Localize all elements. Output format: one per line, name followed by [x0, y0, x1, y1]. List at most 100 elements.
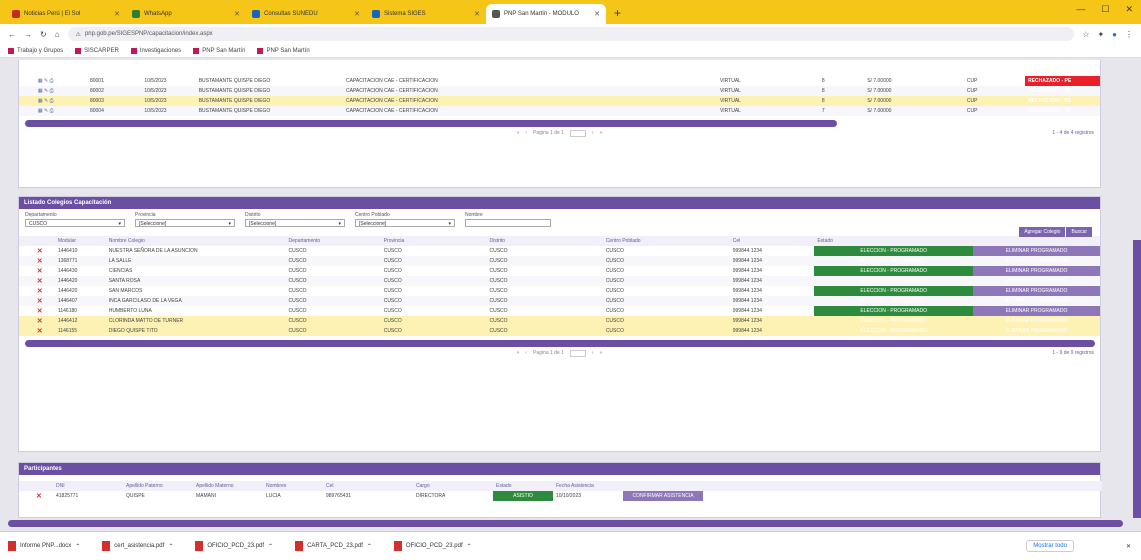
- column-header[interactable]: Apellido Paterno: [123, 481, 193, 491]
- column-header[interactable]: [19, 236, 34, 246]
- column-header[interactable]: [19, 481, 33, 491]
- add-school-button[interactable]: Agregar Colegio: [1019, 227, 1066, 237]
- table-row[interactable]: ✕ 1446407 INCA GARCILASO DE LA VEGA CUSC…: [19, 296, 1100, 306]
- column-header[interactable]: Fecha Asistencia: [553, 481, 623, 491]
- delete-schedule-button[interactable]: ELIMINAR PROGRAMADO: [973, 256, 1100, 266]
- next-page-icon[interactable]: ›: [592, 130, 594, 136]
- schedule-button[interactable]: ELECCION - PROGRAMADO: [814, 256, 973, 266]
- chevron-up-icon[interactable]: ⌃: [75, 543, 80, 550]
- back-icon[interactable]: ←: [8, 30, 16, 39]
- schedule-button[interactable]: ELECCION - PROGRAMADO: [814, 246, 973, 256]
- url-field[interactable]: ⚠ pnp.gob.pe/SIGESPNP/capacitacion/index.…: [67, 27, 1075, 41]
- search-button[interactable]: Buscar: [1066, 227, 1092, 237]
- page-size-select[interactable]: [569, 349, 586, 357]
- delete-icon[interactable]: ✕: [37, 298, 43, 305]
- page-h-scrollbar[interactable]: [8, 520, 1123, 527]
- chevron-up-icon[interactable]: ⌃: [467, 543, 472, 550]
- schedule-button[interactable]: ELECCION - PROGRAMADO: [814, 316, 973, 326]
- delete-schedule-button[interactable]: ELIMINAR PROGRAMADO: [973, 266, 1100, 276]
- table-row[interactable]: ▦ ✎ ⎙ 80004 10/5/2023 BUSTAMANTE QUISPE …: [19, 106, 1100, 116]
- column-header[interactable]: Apellido Materno: [193, 481, 263, 491]
- chevron-up-icon[interactable]: ⌃: [367, 543, 372, 550]
- schedule-button[interactable]: ELECCION - PROGRAMADO: [814, 266, 973, 276]
- view-icon[interactable]: ▦: [38, 78, 43, 84]
- table-row[interactable]: ✕ 1446420 SANTA ROSA CUSCO CUSCO CUSCO C…: [19, 276, 1100, 286]
- table-row[interactable]: ✕ 1446410 NUESTRA SEÑORA DE LA ASUNCION …: [19, 246, 1100, 256]
- tab-close-icon[interactable]: ✕: [474, 10, 480, 18]
- delete-icon[interactable]: ✕: [37, 268, 43, 275]
- schedule-button[interactable]: ELECCION - PROGRAMADO: [814, 276, 973, 286]
- table-row[interactable]: ✕ 1146180 HUMBERTO LUNA CUSCO CUSCO CUSC…: [19, 306, 1100, 316]
- close-downloads-icon[interactable]: ✕: [1126, 543, 1131, 550]
- reload-icon[interactable]: ↻: [40, 30, 47, 39]
- browser-tab[interactable]: Sistema SIGES ✕: [366, 4, 486, 24]
- first-page-icon[interactable]: «: [517, 130, 520, 136]
- table-row[interactable]: ✕ 1368771 LA SALLE CUSCO CUSCO CUSCO CUS…: [19, 256, 1100, 266]
- column-header[interactable]: Departamento: [285, 236, 381, 246]
- maximize-icon[interactable]: ☐: [1101, 4, 1109, 15]
- extensions-icon[interactable]: ✦: [1097, 30, 1104, 39]
- new-tab-button[interactable]: +: [606, 6, 629, 24]
- browser-tab[interactable]: Consultas SUNEDU ✕: [246, 4, 366, 24]
- column-header[interactable]: [623, 481, 703, 491]
- schools-h-scrollbar[interactable]: [25, 340, 1095, 347]
- prev-page-icon[interactable]: ‹: [525, 350, 527, 356]
- download-item[interactable]: Informe PNP...docx ⌃: [8, 541, 80, 551]
- delete-icon[interactable]: ✕: [37, 248, 43, 255]
- delete-icon[interactable]: ✕: [37, 318, 43, 325]
- last-page-icon[interactable]: »: [600, 130, 603, 136]
- delete-schedule-button[interactable]: ELIMINAR PROGRAMADO: [973, 316, 1100, 326]
- tab-close-icon[interactable]: ✕: [354, 10, 360, 18]
- delete-icon[interactable]: ✕: [37, 278, 43, 285]
- page-v-scrollbar[interactable]: [1133, 240, 1141, 518]
- forward-icon[interactable]: →: [24, 30, 32, 39]
- table-row[interactable]: ✕ 1146155 DIEGO QUISPE TITO CUSCO CUSCO …: [19, 326, 1100, 336]
- page-size-select[interactable]: [569, 129, 586, 137]
- bookmark-item[interactable]: PNP San Martín: [193, 47, 245, 54]
- download-item[interactable]: OFICIO_PCD_23.pdf ⌃: [195, 541, 273, 551]
- schedule-button[interactable]: ELECCION - PROGRAMADO: [814, 286, 973, 296]
- delete-icon[interactable]: ✕: [37, 308, 43, 315]
- minimize-icon[interactable]: —: [1076, 4, 1085, 15]
- browser-tab[interactable]: PNP San Martín - MODULO ✕: [486, 4, 606, 24]
- print-icon[interactable]: ⎙: [50, 88, 54, 94]
- filter-select[interactable]: [Seleccione] ▾: [245, 219, 345, 227]
- bookmark-item[interactable]: PNP San Martín: [257, 47, 310, 54]
- filter-select[interactable]: [Seleccione] ▾: [135, 219, 235, 227]
- table-row[interactable]: ✕ 1446420 SAN MARCOS CUSCO CUSCO CUSCO C…: [19, 286, 1100, 296]
- bookmark-item[interactable]: Investigaciones: [130, 47, 181, 54]
- browser-tab[interactable]: WhatsApp ✕: [126, 4, 246, 24]
- download-item[interactable]: CARTA_PCD_23.pdf ⌃: [295, 541, 372, 551]
- column-header[interactable]: Cargo: [413, 481, 493, 491]
- menu-icon[interactable]: ⋮: [1125, 30, 1133, 39]
- column-header[interactable]: Cel: [729, 236, 815, 246]
- edit-icon[interactable]: ✎: [44, 108, 48, 114]
- table-row[interactable]: ✕ 1446430 CIENCIAS CUSCO CUSCO CUSCO CUS…: [19, 266, 1100, 276]
- delete-schedule-button[interactable]: ELIMINAR PROGRAMADO: [973, 296, 1100, 306]
- delete-schedule-button[interactable]: ELIMINAR PROGRAMADO: [973, 246, 1100, 256]
- column-header[interactable]: Nombres: [263, 481, 323, 491]
- column-header[interactable]: Distrito: [486, 236, 603, 246]
- delete-icon[interactable]: ✕: [36, 493, 42, 500]
- chevron-up-icon[interactable]: ⌃: [168, 543, 173, 550]
- column-header[interactable]: DNI: [53, 481, 123, 491]
- tab-close-icon[interactable]: ✕: [114, 10, 120, 18]
- delete-schedule-button[interactable]: ELIMINAR PROGRAMADO: [973, 286, 1100, 296]
- next-page-icon[interactable]: ›: [592, 350, 594, 356]
- delete-icon[interactable]: ✕: [37, 258, 43, 265]
- close-icon[interactable]: ✕: [1125, 4, 1133, 15]
- column-header[interactable]: Nombre Colegio: [105, 236, 286, 246]
- delete-schedule-button[interactable]: ELIMINAR PROGRAMADO: [973, 306, 1100, 316]
- filter-select[interactable]: [465, 219, 551, 227]
- confirm-attendance-button[interactable]: CONFIRMAR ASISTENCIA: [623, 491, 703, 501]
- download-item[interactable]: cert_asistencia.pdf ⌃: [102, 541, 173, 551]
- column-header[interactable]: Centro Poblado: [602, 236, 730, 246]
- delete-schedule-button[interactable]: ELIMINAR PROGRAMADO: [973, 326, 1100, 336]
- bookmark-item[interactable]: Trabajo y Grupos: [8, 47, 63, 54]
- last-page-icon[interactable]: »: [600, 350, 603, 356]
- table-row[interactable]: ▦ ✎ ⎙ 80001 10/5/2023 BUSTAMANTE QUISPE …: [19, 76, 1100, 86]
- chevron-up-icon[interactable]: ⌃: [268, 543, 273, 550]
- column-header[interactable]: Cel: [323, 481, 413, 491]
- table-row[interactable]: ▦ ✎ ⎙ 80002 10/5/2023 BUSTAMANTE QUISPE …: [19, 86, 1100, 96]
- browser-tab[interactable]: Noticias Perú | El Sol ✕: [6, 4, 126, 24]
